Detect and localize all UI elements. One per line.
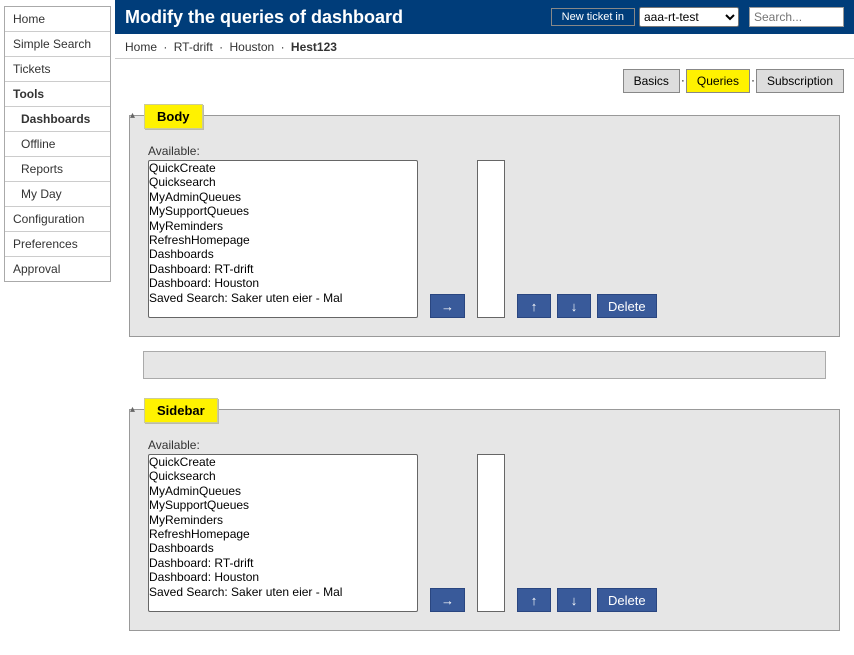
nav-configuration[interactable]: Configuration — [5, 207, 110, 232]
crumb-home[interactable]: Home — [125, 40, 157, 54]
body-down-button[interactable]: ↓ — [557, 294, 591, 318]
search-input[interactable] — [749, 7, 844, 27]
top-bar: Modify the queries of dashboard New tick… — [115, 0, 854, 34]
sidebar-panel: ▴ Sidebar Available: QuickCreate Quickse… — [129, 409, 840, 631]
body-selected-list[interactable] — [477, 160, 505, 318]
body-available-list[interactable]: QuickCreate Quicksearch MyAdminQueues My… — [148, 160, 418, 318]
nav-myday[interactable]: My Day — [5, 182, 110, 207]
sidebar-add-button[interactable]: → — [430, 588, 465, 612]
nav-reports[interactable]: Reports — [5, 157, 110, 182]
sidebar-up-button[interactable]: ↑ — [517, 588, 551, 612]
crumb-current: Hest123 — [291, 40, 337, 54]
sidebar-panel-title: Sidebar — [144, 398, 218, 423]
sidebar-available-label: Available: — [148, 438, 821, 452]
nav-simple-search[interactable]: Simple Search — [5, 32, 110, 57]
tab-subscription[interactable]: Subscription — [756, 69, 844, 93]
sidebar-available-list[interactable]: QuickCreate Quicksearch MyAdminQueues My… — [148, 454, 418, 612]
body-panel-title: Body — [144, 104, 203, 129]
new-ticket-button[interactable]: New ticket in — [551, 8, 635, 26]
nav-tools[interactable]: Tools — [5, 82, 110, 107]
page-title: Modify the queries of dashboard — [125, 7, 551, 28]
sidebar-delete-button[interactable]: Delete — [597, 588, 657, 612]
left-nav: Home Simple Search Tickets Tools Dashboa… — [0, 0, 115, 655]
collapse-sidebar-icon[interactable]: ▴ — [130, 404, 135, 415]
queue-select[interactable]: aaa-rt-test — [639, 7, 739, 27]
breadcrumb: Home · RT-drift · Houston · Hest123 — [115, 34, 854, 59]
panel-divider — [143, 351, 826, 379]
sidebar-selected-list[interactable] — [477, 454, 505, 612]
sidebar-down-button[interactable]: ↓ — [557, 588, 591, 612]
body-panel: ▴ Body Available: QuickCreate Quicksearc… — [129, 115, 840, 337]
dashboard-tabs: Basics · Queries · Subscription — [624, 69, 844, 93]
body-available-label: Available: — [148, 144, 821, 158]
nav-approval[interactable]: Approval — [5, 257, 110, 281]
tab-queries[interactable]: Queries — [686, 69, 750, 93]
crumb-houston[interactable]: Houston — [230, 40, 275, 54]
nav-home[interactable]: Home — [5, 7, 110, 32]
nav-tickets[interactable]: Tickets — [5, 57, 110, 82]
body-add-button[interactable]: → — [430, 294, 465, 318]
nav-offline[interactable]: Offline — [5, 132, 110, 157]
nav-preferences[interactable]: Preferences — [5, 232, 110, 257]
body-delete-button[interactable]: Delete — [597, 294, 657, 318]
nav-dashboards[interactable]: Dashboards — [5, 107, 110, 132]
collapse-body-icon[interactable]: ▴ — [130, 110, 135, 121]
tab-basics[interactable]: Basics — [623, 69, 680, 93]
body-up-button[interactable]: ↑ — [517, 294, 551, 318]
crumb-rtdrift[interactable]: RT-drift — [174, 40, 213, 54]
